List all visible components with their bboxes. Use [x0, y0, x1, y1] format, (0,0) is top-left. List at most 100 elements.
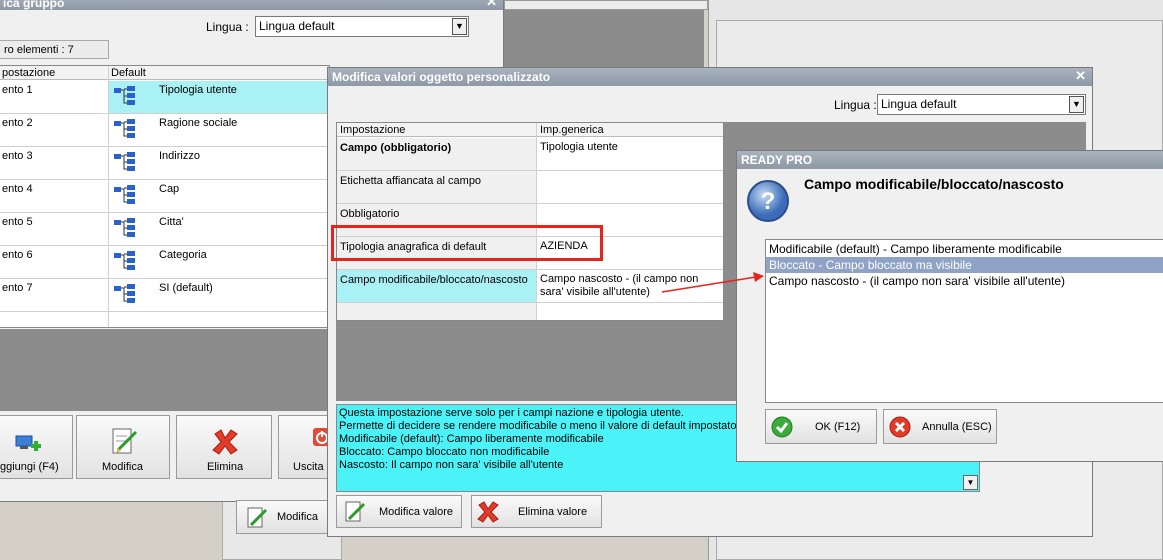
lingua-label: Lingua : — [834, 98, 877, 112]
lingua-select-value: Lingua default — [881, 97, 957, 111]
row-divider — [0, 245, 329, 246]
delete-x-icon — [212, 429, 238, 455]
row-setting-name: ento 1 — [2, 84, 33, 96]
option-item[interactable]: Bloccato - Campo bloccato ma visibile — [766, 257, 1163, 273]
lingua-select[interactable]: Lingua default ▼ — [877, 94, 1086, 115]
scroll-down-icon[interactable]: ▼ — [963, 475, 978, 490]
ok-button[interactable]: OK (F12) — [765, 409, 877, 444]
grid-header: Impostazione Imp.generica — [337, 123, 723, 137]
row-default-value: Citta' — [159, 216, 184, 228]
row-default-value: SI (default) — [159, 282, 213, 294]
col-value-header: Imp.generica — [540, 124, 604, 136]
cancel-icon — [889, 416, 911, 438]
grid-header: postazione Default — [0, 66, 329, 80]
row-setting-name: Campo modificabile/bloccato/nascosto — [340, 274, 528, 286]
close-icon[interactable]: ✕ — [486, 0, 497, 10]
lingua-select-value: Lingua default — [259, 19, 335, 33]
col-default-header: Default — [111, 67, 146, 79]
question-icon: ? — [747, 180, 789, 222]
delete-value-button[interactable]: Elimina valore — [471, 495, 602, 528]
close-icon[interactable]: ✕ — [1075, 68, 1086, 84]
tree-icon — [114, 284, 135, 303]
check-icon — [771, 416, 793, 438]
row-default-value: Ragione sociale — [159, 117, 238, 129]
left-dark-area — [0, 329, 330, 411]
info-line: Nascosto: Il campo non sara' visibile al… — [339, 459, 564, 471]
options-list[interactable]: Modificabile (default) - Campo liberamen… — [765, 239, 1163, 403]
delete-value-label: Elimina valore — [518, 506, 588, 518]
highlight-box — [331, 225, 603, 261]
annotation-arrow — [661, 272, 764, 293]
row-setting-name: Campo (obbligatorio) — [340, 142, 452, 154]
row-default-value: Categoria — [159, 249, 207, 261]
cancel-button[interactable]: Annulla (ESC) — [883, 409, 997, 444]
tree-icon — [114, 152, 135, 171]
edit-document-icon — [247, 507, 268, 528]
delete-button[interactable]: Elimina — [176, 415, 272, 479]
chevron-down-icon[interactable]: ▼ — [1069, 96, 1084, 113]
tree-icon — [114, 119, 135, 138]
delete-x-icon — [477, 501, 499, 523]
bg-edit-button-label: Modifica — [277, 511, 318, 523]
elements-grid: postazione Default ento 1 Tipologia utent… — [0, 65, 330, 328]
row-setting-name: ento 6 — [2, 249, 33, 261]
elements-count-box: ro elementi : 7 — [0, 40, 109, 59]
edit-document-icon — [345, 501, 366, 522]
edit-value-label: Modifica valore — [379, 506, 453, 518]
svg-text:?: ? — [761, 188, 776, 215]
group-window-title: ica gruppo — [3, 0, 65, 10]
dialog-heading: Campo modificabile/bloccato/nascosto — [804, 176, 1064, 192]
bg-edit-button[interactable]: Modifica — [236, 500, 336, 534]
row-default-value: Tipologia utente — [159, 84, 237, 96]
info-line: Bloccato: Campo bloccato non modificabil… — [339, 446, 550, 458]
row-name-bg — [337, 303, 536, 320]
row-setting-name: ento 4 — [2, 183, 33, 195]
row-divider — [0, 311, 329, 312]
row-divider — [0, 179, 329, 180]
tree-icon — [114, 251, 135, 270]
edit-button-label: Modifica — [102, 461, 143, 473]
chevron-down-icon[interactable]: ▼ — [452, 18, 467, 35]
option-item[interactable]: Campo nascosto - (il campo non sara' vis… — [766, 273, 1163, 289]
row-setting-name: ento 7 — [2, 282, 33, 294]
add-button[interactable]: ggiungi (F4) — [0, 415, 73, 479]
lingua-select[interactable]: Lingua default ▼ — [255, 16, 469, 37]
row-divider — [0, 113, 329, 114]
edit-button[interactable]: Modifica — [76, 415, 170, 479]
dialog-title: READY PRO — [741, 153, 813, 167]
row-default-value: Cap — [159, 183, 180, 195]
row-setting-name: ento 5 — [2, 216, 33, 228]
col-setting-header: postazione — [2, 67, 56, 79]
row-divider — [0, 278, 329, 279]
edit-document-icon — [112, 428, 138, 454]
bg-panel-top — [504, 0, 708, 10]
ok-button-label: OK (F12) — [815, 421, 861, 433]
ready-pro-dialog: READY PRO ? Campo modificabile/bloccato/… — [736, 150, 1163, 462]
info-line: Questa impostazione serve solo per i cam… — [339, 407, 684, 419]
row-default-value: Indirizzo — [159, 150, 200, 162]
info-line: Permette di decidere se rendere modifica… — [339, 420, 740, 432]
add-user-icon — [15, 435, 41, 451]
tree-icon — [114, 218, 135, 237]
grid-divider — [536, 123, 537, 320]
elements-count: ro elementi : 7 — [4, 44, 74, 56]
tree-icon — [114, 185, 135, 204]
row-setting-name: ento 2 — [2, 117, 33, 129]
dialog-titlebar: READY PRO — [737, 151, 1163, 169]
add-button-label: ggiungi (F4) — [0, 461, 59, 473]
row-value[interactable]: Tipologia utente — [540, 141, 720, 154]
row-divider — [0, 146, 329, 147]
lingua-label: Lingua : — [206, 20, 249, 34]
col-setting-header: Impostazione — [340, 124, 406, 136]
custom-values-titlebar: Modifica valori oggetto personalizzato ✕ — [328, 68, 1092, 86]
group-window-titlebar: ica gruppo ✕ — [0, 0, 503, 10]
cancel-button-label: Annulla (ESC) — [922, 421, 992, 433]
edit-value-button[interactable]: Modifica valore — [336, 495, 462, 528]
tree-icon — [114, 86, 135, 105]
row-setting-name: Etichetta affiancata al campo — [340, 175, 482, 187]
info-lines: Questa impostazione serve solo per i cam… — [339, 407, 740, 472]
row-divider — [0, 212, 329, 213]
option-item[interactable]: Modificabile (default) - Campo liberamen… — [766, 241, 1163, 257]
row-setting-name: ento 3 — [2, 150, 33, 162]
info-line: Modificabile (default): Campo liberament… — [339, 433, 604, 445]
